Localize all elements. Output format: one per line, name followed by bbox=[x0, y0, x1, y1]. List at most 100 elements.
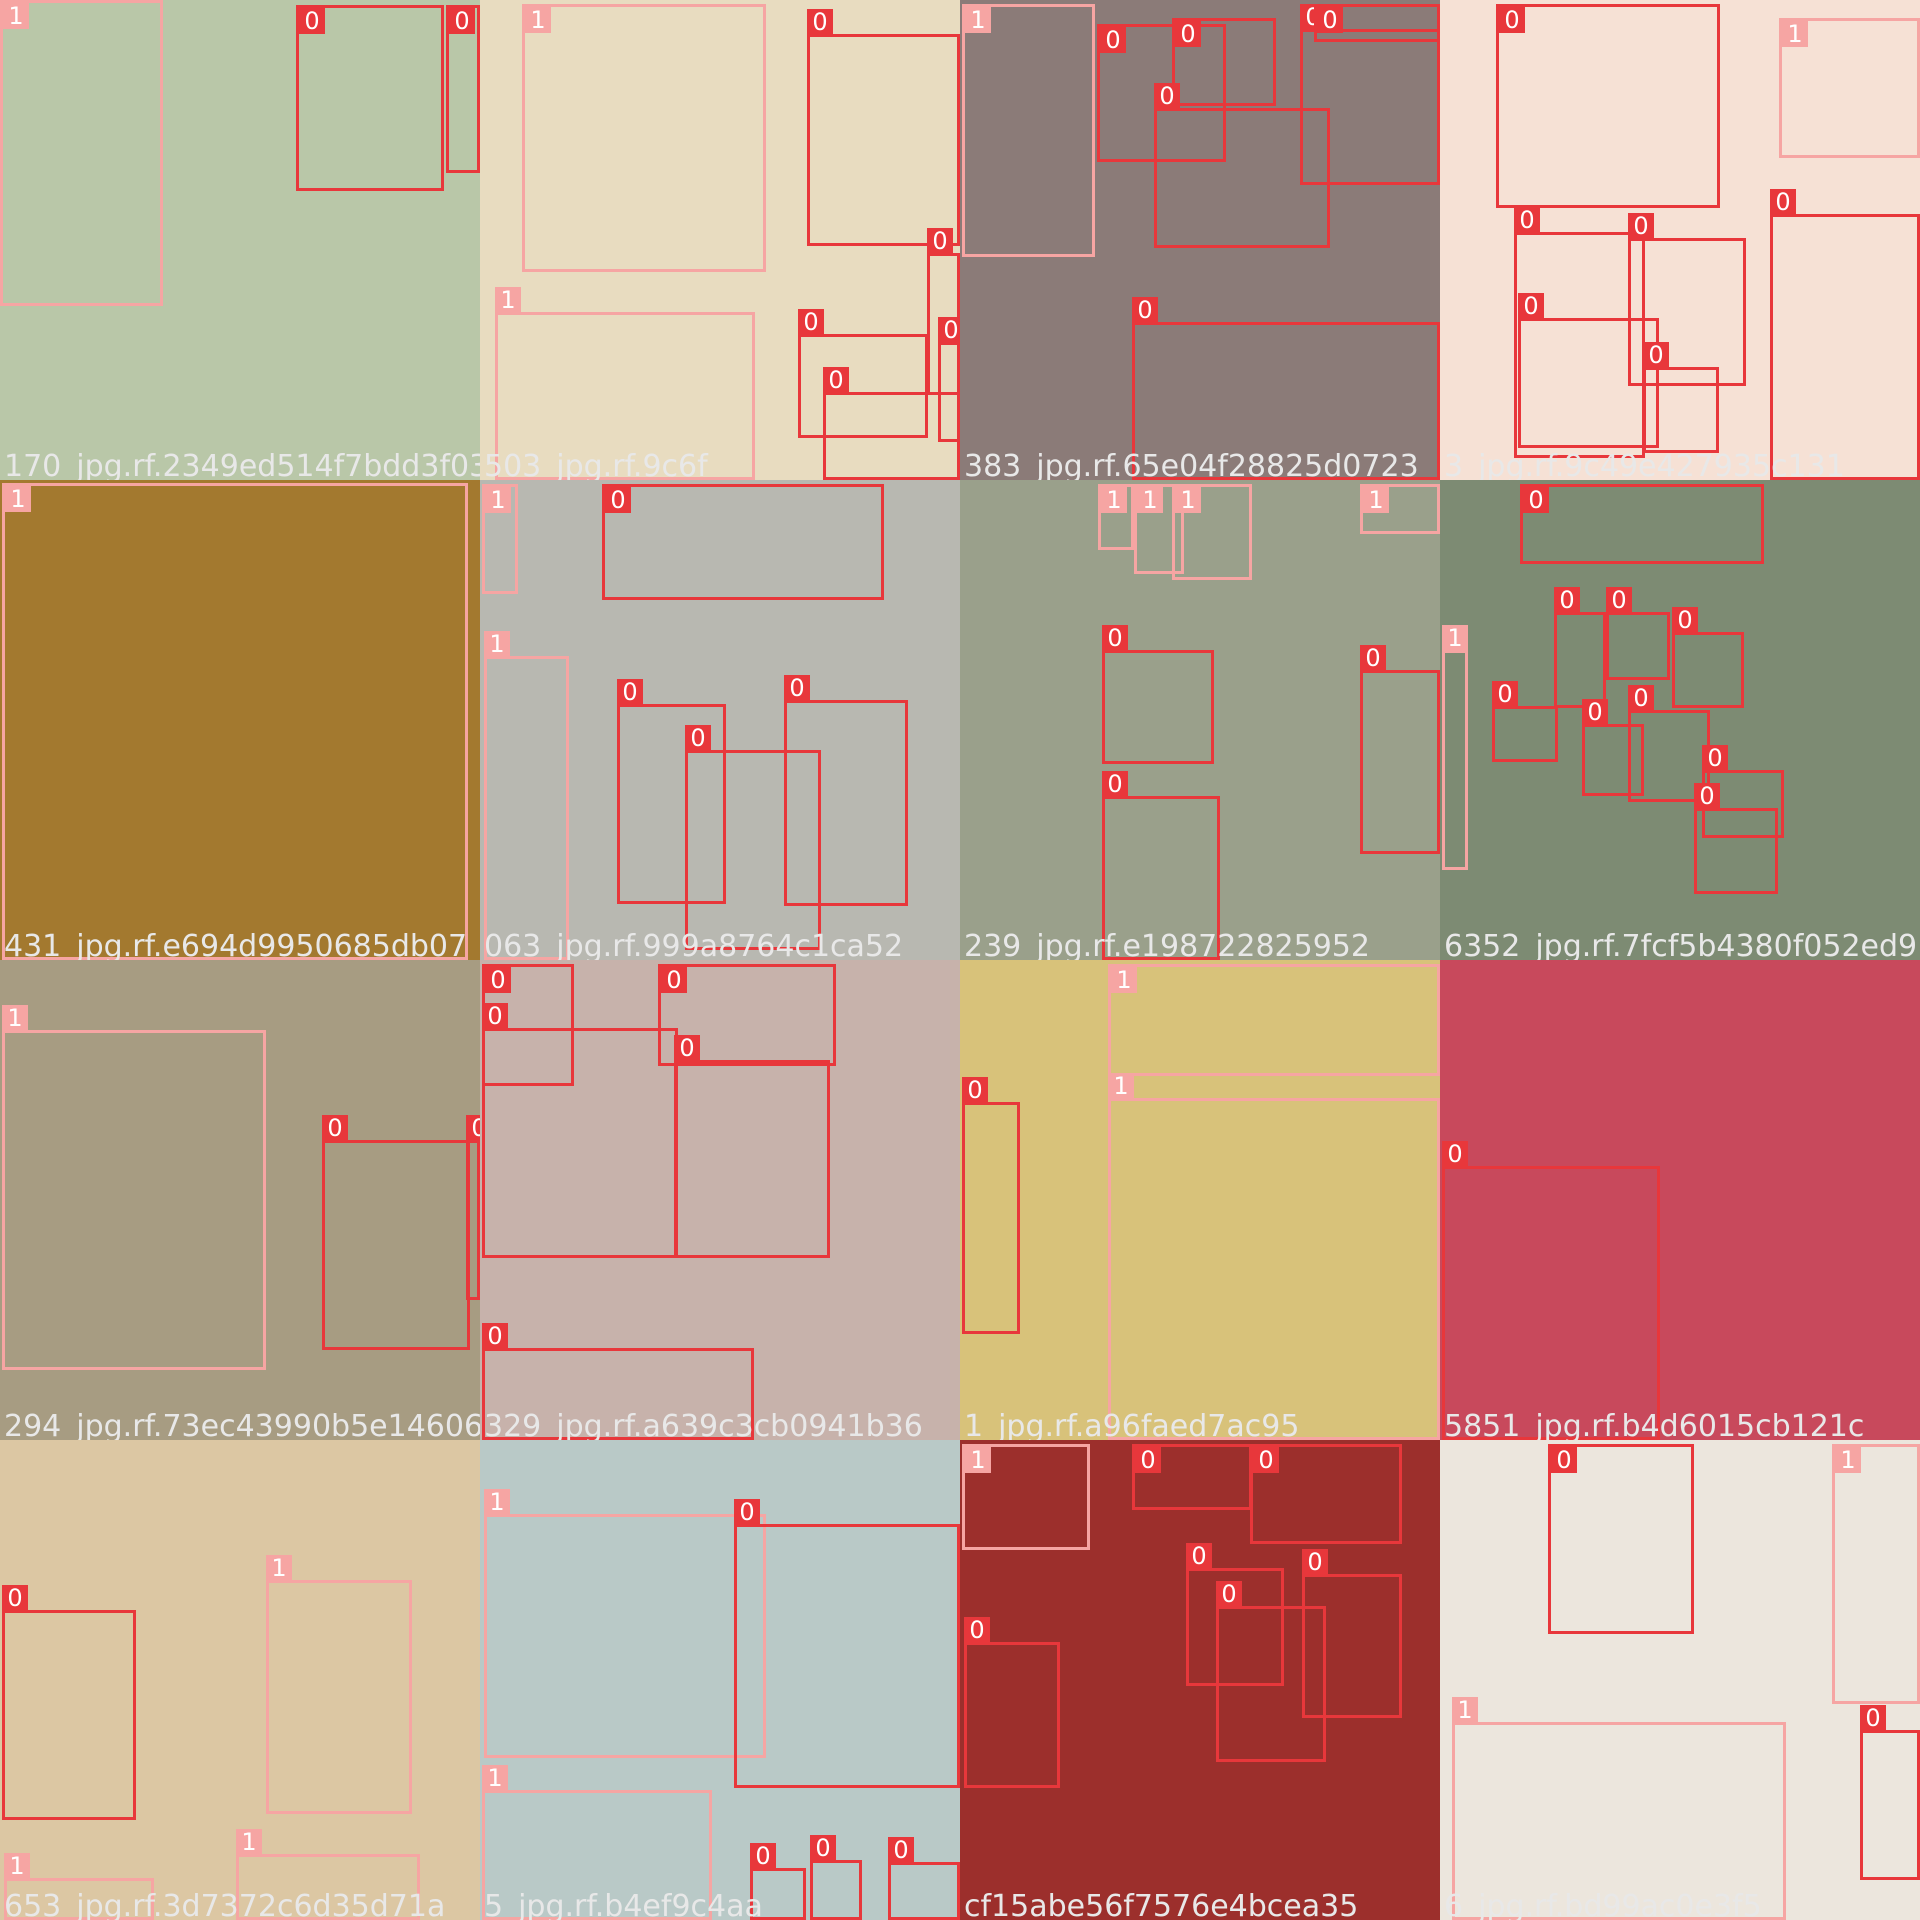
class-label: 0 bbox=[1672, 607, 1698, 633]
detection-box: 0 bbox=[446, 5, 480, 173]
class-label: 0 bbox=[685, 725, 711, 751]
detection-box: 0 bbox=[1442, 1141, 1660, 1440]
image-filename: 431_jpg.rf.e694d9950685db07 bbox=[4, 929, 468, 960]
mosaic-tile: 1 1 1 1 0 0 0 239_jpg.rf.e198722825952 bbox=[960, 480, 1440, 960]
mosaic-tile: 1 0 1 0 0 0 063_jpg.rf.999a8764c1ca52 bbox=[480, 480, 960, 960]
detection-box: 1 bbox=[962, 1444, 1090, 1550]
image-filename: 063_jpg.rf.999a8764c1ca52 bbox=[484, 929, 904, 960]
class-label: 0 bbox=[1186, 1543, 1212, 1569]
detection-box: 0 bbox=[1672, 607, 1744, 708]
class-label: 0 bbox=[888, 1837, 914, 1863]
detection-box: 1 bbox=[484, 1489, 766, 1758]
detection-box: 0 bbox=[1250, 1444, 1402, 1544]
class-label: 0 bbox=[1132, 297, 1158, 323]
class-label: 1 bbox=[1835, 1447, 1861, 1473]
class-label: 1 bbox=[1452, 1697, 1478, 1723]
class-label: 0 bbox=[1154, 83, 1180, 109]
detection-box: 0 bbox=[962, 1077, 1020, 1334]
mosaic-tile: 0 5851_jpg.rf.b4d6015cb121c bbox=[1440, 960, 1920, 1440]
detection-box: 1 bbox=[266, 1555, 412, 1814]
image-filename: 239_jpg.rf.e198722825952 bbox=[964, 929, 1370, 960]
detection-box: 0 bbox=[1554, 587, 1606, 708]
detection-box: 0 bbox=[807, 9, 960, 246]
mosaic-tile: 1 0 0 0 0 0 0 cf15abe56f7576e4bcea35 bbox=[960, 1440, 1440, 1920]
detection-box: 0 bbox=[964, 1617, 1060, 1788]
detection-box: 0 bbox=[734, 1499, 960, 1788]
class-label: 1 bbox=[482, 1765, 508, 1791]
detection-box: 0 bbox=[1314, 4, 1440, 42]
class-label: 0 bbox=[1523, 487, 1549, 513]
image-filename: 6352_jpg.rf.7fcf5b4380f052ed9 bbox=[1444, 929, 1918, 960]
mosaic-tile: 1 431_jpg.rf.e694d9950685db07 bbox=[0, 480, 480, 960]
mosaic-tile: 0 1 0 0 0 0 0 3_jpg.rf.9c49e427935c131 bbox=[1440, 0, 1920, 480]
class-label: 0 bbox=[1628, 685, 1654, 711]
detection-box: 1 bbox=[0, 0, 163, 306]
class-label: 1 bbox=[965, 7, 991, 33]
class-label: 0 bbox=[1135, 1447, 1161, 1473]
detection-box: 0 bbox=[602, 484, 884, 600]
detection-box: 1 bbox=[2, 483, 468, 960]
class-label: 0 bbox=[1518, 293, 1544, 319]
class-label: 0 bbox=[1253, 1447, 1279, 1473]
class-label: 0 bbox=[807, 9, 833, 35]
detection-box: 0 bbox=[1496, 4, 1720, 208]
class-label: 0 bbox=[1102, 625, 1128, 651]
class-label: 0 bbox=[1302, 1549, 1328, 1575]
detection-box: 0 bbox=[674, 1035, 830, 1258]
image-filename: 503_jpg.rf.9c6f bbox=[484, 449, 708, 480]
class-label: 1 bbox=[1442, 625, 1468, 651]
detection-box: 0 bbox=[938, 317, 960, 442]
class-label: 0 bbox=[784, 675, 810, 701]
class-label: 0 bbox=[482, 1003, 508, 1029]
mosaic-tile: 0 1 0 0 0 0 0 0 0 0 6352_jpg.rf.7fcf5b4380f052ed9 bbox=[1440, 480, 1920, 960]
detection-box: 0 bbox=[1770, 189, 1920, 480]
class-label: 1 bbox=[484, 1489, 510, 1515]
class-label: 1 bbox=[485, 487, 511, 513]
class-label: 0 bbox=[1317, 7, 1343, 33]
class-label: 0 bbox=[1100, 27, 1126, 53]
class-label: 0 bbox=[2, 1585, 28, 1611]
detection-box: 1 bbox=[522, 4, 766, 272]
mosaic-grid: 1 0 0 170_jpg.rf.2349ed514f7bdd3f03530f1336… bbox=[0, 0, 1920, 1920]
detection-box: 0 bbox=[1694, 783, 1778, 894]
class-label: 0 bbox=[1582, 699, 1608, 725]
class-label: 1 bbox=[1175, 487, 1201, 513]
detection-box: 1 bbox=[1098, 484, 1134, 550]
class-label: 0 bbox=[299, 8, 325, 34]
class-label: 0 bbox=[1216, 1581, 1242, 1607]
detection-box: 0 bbox=[1520, 484, 1764, 564]
class-label: 1 bbox=[3, 3, 29, 29]
detection-box: 0 bbox=[466, 1115, 480, 1300]
image-filename: 5851_jpg.rf.b4d6015cb121c bbox=[1444, 1409, 1865, 1440]
class-label: 1 bbox=[1137, 487, 1163, 513]
class-label: 0 bbox=[1860, 1705, 1886, 1731]
class-label: 0 bbox=[750, 1843, 776, 1869]
class-label: 0 bbox=[938, 317, 960, 343]
detection-box: 0 bbox=[296, 5, 444, 191]
detection-box: 1 bbox=[2, 1005, 266, 1370]
class-label: 0 bbox=[1360, 645, 1386, 671]
detection-box: 0 bbox=[1216, 1581, 1326, 1762]
detection-box: 1 bbox=[1108, 964, 1440, 1076]
class-label: 1 bbox=[1111, 967, 1137, 993]
class-label: 0 bbox=[1492, 681, 1518, 707]
detection-box: 0 bbox=[1492, 681, 1558, 762]
class-label: 0 bbox=[810, 1835, 836, 1861]
class-label: 0 bbox=[449, 8, 475, 34]
detection-box: 0 bbox=[784, 675, 908, 906]
image-filename: 653_jpg.rf.3d7372c6d35d71a bbox=[4, 1889, 446, 1920]
detection-box: 0 bbox=[2, 1585, 136, 1820]
detection-box: 1 bbox=[484, 631, 569, 960]
class-label: 1 bbox=[1108, 1073, 1134, 1099]
class-label: 0 bbox=[927, 228, 953, 254]
detection-box: 0 bbox=[1132, 1444, 1252, 1510]
class-label: 1 bbox=[2, 1005, 28, 1031]
detection-box: 0 bbox=[1300, 4, 1440, 185]
class-label: 0 bbox=[1643, 342, 1669, 368]
class-label: 1 bbox=[965, 1447, 991, 1473]
class-label: 1 bbox=[4, 1853, 30, 1879]
class-label: 0 bbox=[1606, 587, 1632, 613]
detection-box: 1 bbox=[1442, 625, 1468, 870]
image-filename: 170_jpg.rf.2349ed514f7bdd3f03530f13365b3… bbox=[4, 449, 480, 480]
class-label: 0 bbox=[605, 487, 631, 513]
